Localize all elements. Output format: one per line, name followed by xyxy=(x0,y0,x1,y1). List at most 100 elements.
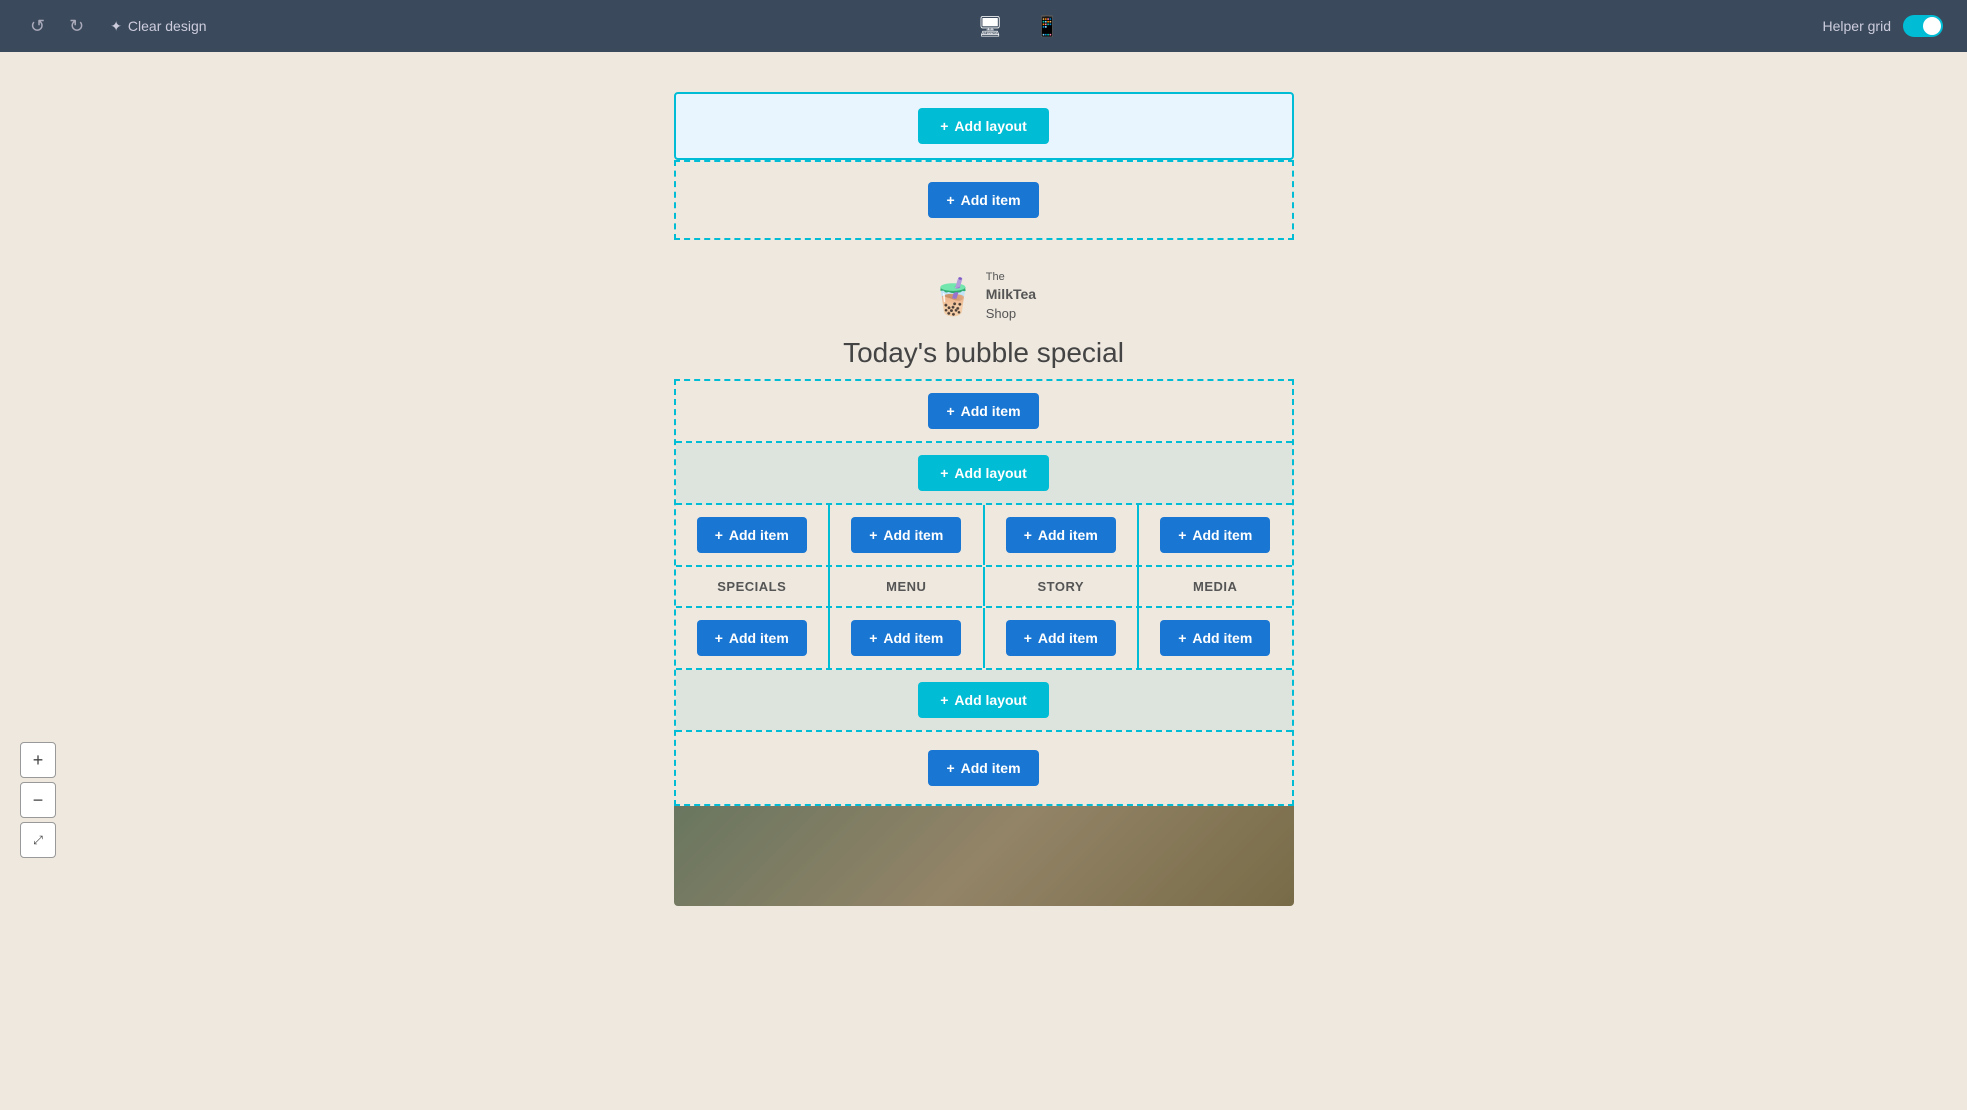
toggle-knob xyxy=(1923,17,1941,35)
add-item-section-2: + Add item xyxy=(676,381,1292,443)
add-item-col-bottom-3[interactable]: + Add item xyxy=(1006,620,1116,656)
add-item-label-col-4: Add item xyxy=(1192,527,1252,543)
add-item-icon-col-b1: + xyxy=(715,630,723,646)
add-item-button-3[interactable]: + Add item xyxy=(928,750,1038,786)
four-col-nav-row: SPECIALS MENU STORY MEDIA xyxy=(676,567,1292,608)
add-item-label-col-b1: Add item xyxy=(729,630,789,646)
clear-design-button[interactable]: ✦ Clear design xyxy=(102,14,214,39)
add-layout-section-2: + Add layout xyxy=(676,443,1292,505)
add-layout-section-3: + Add layout xyxy=(676,670,1292,730)
add-item-label-col-b4: Add item xyxy=(1192,630,1252,646)
add-layout-icon-1: + xyxy=(940,118,948,134)
add-item-label-3: Add item xyxy=(961,760,1021,776)
add-item-icon-col-b4: + xyxy=(1178,630,1186,646)
clear-design-icon: ✦ xyxy=(110,18,122,35)
add-layout-button-2[interactable]: + Add layout xyxy=(918,455,1049,491)
add-item-icon-col-2: + xyxy=(869,527,877,543)
col-3-add-item: + Add item xyxy=(985,505,1138,565)
clear-design-label: Clear design xyxy=(128,18,207,34)
photo-strip xyxy=(674,806,1294,906)
col-4-add-item: + Add item xyxy=(1139,505,1292,565)
brand-shop: Shop xyxy=(986,305,1036,323)
add-item-col-bottom-1[interactable]: + Add item xyxy=(697,620,807,656)
add-item-label-col-1: Add item xyxy=(729,527,789,543)
add-item-label-col-2: Add item xyxy=(883,527,943,543)
add-item-label-1: Add item xyxy=(961,192,1021,208)
add-layout-button-3[interactable]: + Add layout xyxy=(918,682,1049,718)
col-1-bottom-add-item: + Add item xyxy=(676,608,829,668)
page-container: + Add layout + Add item 🧋 The MilkTea Sh… xyxy=(674,92,1294,906)
inner-section: + Add layout + Add item xyxy=(676,443,1292,732)
zoom-fit-icon: ⤢ xyxy=(33,833,43,848)
brand-the: The xyxy=(986,270,1036,285)
brand-area: 🧋 The MilkTea Shop Today's bubble specia… xyxy=(674,240,1294,379)
add-item-button-2[interactable]: + Add item xyxy=(928,393,1038,429)
col-2-nav: MENU xyxy=(830,567,983,606)
nav-label-3: STORY xyxy=(1037,579,1084,594)
add-item-col-1[interactable]: + Add item xyxy=(697,517,807,553)
add-item-icon-3: + xyxy=(946,760,954,776)
add-layout-label-1: Add layout xyxy=(954,118,1026,134)
four-col-bottom-add-item: + Add item + Add item + xyxy=(676,608,1292,670)
nav-label-4: MEDIA xyxy=(1193,579,1237,594)
col-4-nav: MEDIA xyxy=(1139,567,1292,606)
add-layout-icon-3: + xyxy=(940,692,948,708)
zoom-in-button[interactable]: + xyxy=(20,742,56,778)
add-item-label-col-b3: Add item xyxy=(1038,630,1098,646)
add-item-icon-col-1: + xyxy=(715,527,723,543)
add-item-label-col-3: Add item xyxy=(1038,527,1098,543)
col-1-nav: SPECIALS xyxy=(676,567,829,606)
tablet-icon[interactable]: 📱 xyxy=(1029,10,1066,43)
desktop-icon[interactable]: 🖥 xyxy=(971,10,1008,43)
zoom-out-button[interactable]: − xyxy=(20,782,56,818)
add-item-button-1[interactable]: + Add item xyxy=(928,182,1038,218)
add-item-section-1: + Add item xyxy=(674,160,1294,240)
add-layout-label-2: Add layout xyxy=(954,465,1026,481)
toolbar: ↺ ↻ ✦ Clear design 🖥 📱 Helper grid xyxy=(0,0,1967,52)
col-1-add-item: + Add item xyxy=(676,505,829,565)
add-item-col-bottom-2[interactable]: + Add item xyxy=(851,620,961,656)
logo-icon: 🧋 xyxy=(931,279,976,315)
page-title: Today's bubble special xyxy=(843,337,1124,369)
zoom-controls: + − ⤢ xyxy=(20,742,56,858)
brand-logo: 🧋 The MilkTea Shop xyxy=(931,270,1036,323)
zoom-in-icon: + xyxy=(33,750,44,771)
redo-button[interactable]: ↻ xyxy=(63,12,90,41)
add-item-icon-1: + xyxy=(946,192,954,208)
toolbar-center: 🖥 📱 xyxy=(971,10,1065,43)
col-3-bottom-add-item: + Add item xyxy=(985,608,1138,668)
toolbar-left: ↺ ↻ ✦ Clear design xyxy=(24,12,215,41)
undo-button[interactable]: ↺ xyxy=(24,12,51,41)
add-item-icon-col-b3: + xyxy=(1024,630,1032,646)
add-item-icon-2: + xyxy=(946,403,954,419)
zoom-fit-button[interactable]: ⤢ xyxy=(20,822,56,858)
add-item-icon-col-3: + xyxy=(1024,527,1032,543)
add-item-col-4[interactable]: + Add item xyxy=(1160,517,1270,553)
helper-grid-toggle[interactable] xyxy=(1903,15,1943,37)
add-layout-section-1: + Add layout xyxy=(674,92,1294,160)
brand-text: The MilkTea Shop xyxy=(986,270,1036,323)
add-item-label-2: Add item xyxy=(961,403,1021,419)
col-2-bottom-add-item: + Add item xyxy=(830,608,983,668)
add-layout-button-1[interactable]: + Add layout xyxy=(918,108,1049,144)
canvas: + Add layout + Add item 🧋 The MilkTea Sh… xyxy=(0,52,1967,946)
nav-label-1: SPECIALS xyxy=(717,579,786,594)
toolbar-right: Helper grid xyxy=(1823,15,1943,37)
add-item-icon-col-b2: + xyxy=(869,630,877,646)
brand-milktea: MilkTea xyxy=(986,285,1036,305)
photo-strip-overlay xyxy=(674,806,1294,906)
outer-section: + Add item + Add layout + xyxy=(674,379,1294,806)
col-4-bottom-add-item: + Add item xyxy=(1139,608,1292,668)
nav-label-2: MENU xyxy=(886,579,926,594)
four-col-add-item-row: + Add item + Add item + xyxy=(676,505,1292,567)
add-item-label-col-b2: Add item xyxy=(883,630,943,646)
helper-grid-label: Helper grid xyxy=(1823,18,1891,34)
add-item-col-3[interactable]: + Add item xyxy=(1006,517,1116,553)
add-item-col-bottom-4[interactable]: + Add item xyxy=(1160,620,1270,656)
add-layout-label-3: Add layout xyxy=(954,692,1026,708)
add-layout-icon-2: + xyxy=(940,465,948,481)
col-3-nav: STORY xyxy=(985,567,1138,606)
zoom-out-icon: − xyxy=(33,790,44,811)
add-item-col-2[interactable]: + Add item xyxy=(851,517,961,553)
add-item-section-3: + Add item xyxy=(676,732,1292,804)
